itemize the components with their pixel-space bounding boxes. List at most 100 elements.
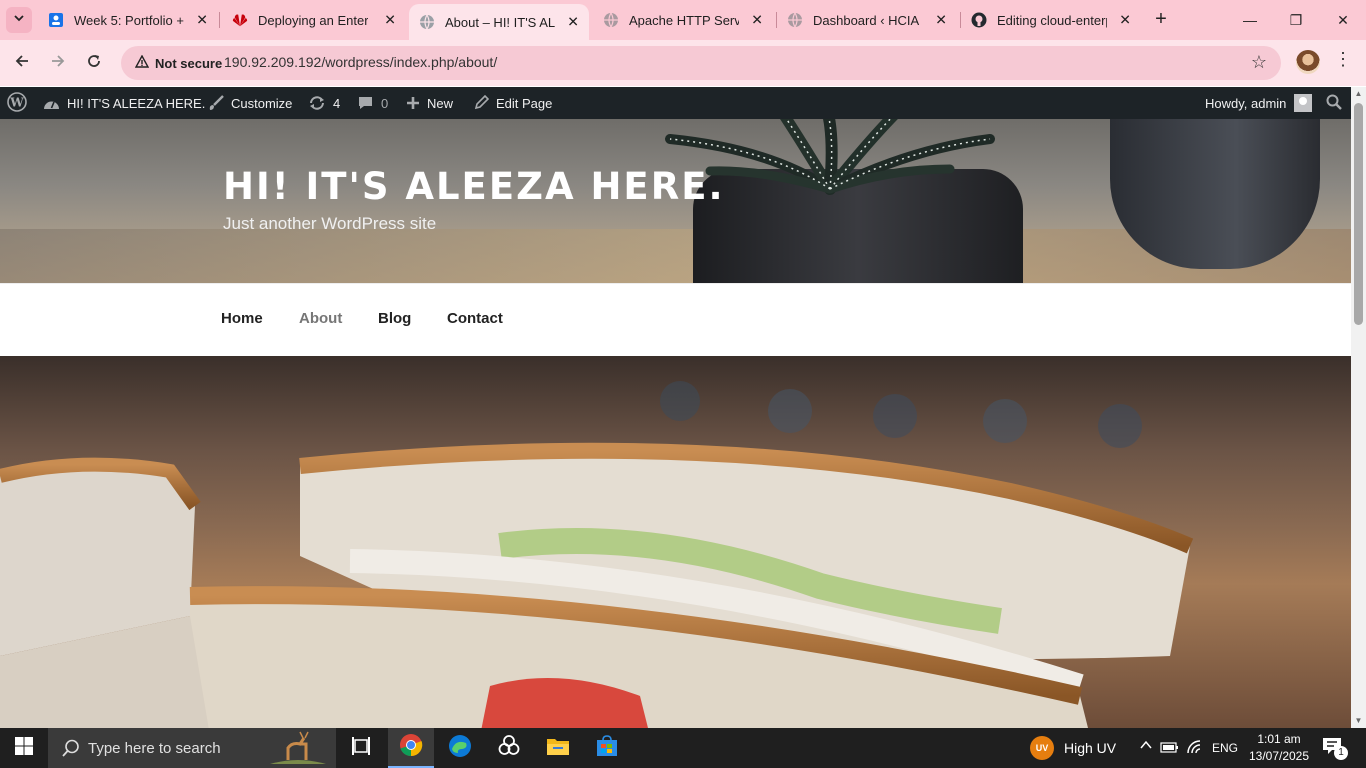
language-indicator[interactable]: ENG: [1212, 741, 1238, 755]
profile-avatar[interactable]: [1296, 50, 1320, 74]
menu-button[interactable]: ⋮: [1333, 49, 1353, 77]
forward-button[interactable]: [44, 49, 72, 77]
network-status[interactable]: [1186, 739, 1206, 760]
site-name-menu[interactable]: HI! IT'S ALEEZA HERE.: [43, 87, 205, 119]
wp-logo-menu[interactable]: W: [7, 87, 27, 119]
folder-icon: [546, 736, 570, 761]
customize-link[interactable]: Customize: [208, 87, 292, 119]
notification-center-button[interactable]: 1: [1322, 737, 1348, 760]
huawei-icon: [232, 12, 248, 28]
close-icon[interactable]: ✕: [751, 12, 763, 29]
close-icon[interactable]: ✕: [567, 14, 579, 31]
security-chip[interactable]: Not secure: [129, 51, 230, 75]
tab-apache[interactable]: Apache HTTP Server ✕: [593, 0, 773, 40]
taskbar-store[interactable]: [584, 728, 630, 768]
battery-icon: [1160, 741, 1180, 758]
restore-button[interactable]: ❐: [1273, 0, 1319, 40]
nav-item-contact[interactable]: Contact: [447, 310, 503, 327]
taskbar-file-explorer[interactable]: [535, 728, 581, 768]
bookmark-star-icon[interactable]: ☆: [1251, 52, 1267, 73]
chatgpt-icon: [497, 734, 521, 763]
tab-search-button[interactable]: [6, 7, 32, 33]
back-button[interactable]: [8, 49, 36, 77]
close-icon: ✕: [1337, 11, 1349, 28]
task-view-icon: [351, 736, 371, 760]
nav-item-blog[interactable]: Blog: [378, 310, 411, 327]
window-close-button[interactable]: ✕: [1320, 0, 1366, 40]
close-icon[interactable]: ✕: [196, 12, 208, 29]
kebab-menu-icon: ⋮: [1334, 49, 1352, 69]
tab-dashboard[interactable]: Dashboard ‹ HCIA HE ✕: [777, 0, 957, 40]
tab-title: Editing cloud-enterp: [997, 12, 1107, 28]
url-text[interactable]: 190.92.209.192/wordpress/index.php/about…: [224, 54, 497, 70]
reload-button[interactable]: [80, 49, 108, 77]
brush-icon: [208, 95, 224, 111]
scroll-up-icon[interactable]: ▲: [1351, 87, 1366, 101]
globe-icon: [419, 14, 435, 30]
search-icon: [62, 739, 80, 762]
sandwich-photo: [0, 381, 1194, 728]
page-viewport: W HI! IT'S ALEEZA HERE. Customize 4 0 Ne…: [0, 87, 1366, 728]
close-icon[interactable]: ✕: [1119, 12, 1131, 29]
store-icon: [596, 734, 618, 762]
main-navigation: Home About Blog Contact: [0, 283, 1351, 356]
howdy-label: Howdy, admin: [1205, 95, 1287, 111]
wifi-icon: [1186, 740, 1206, 759]
docs-icon: [48, 12, 64, 28]
scrollbar-thumb[interactable]: [1354, 103, 1363, 325]
taskbar-search-box[interactable]: Type here to search: [48, 728, 336, 768]
wordpress-logo-icon: W: [7, 91, 27, 115]
comments-link[interactable]: 0: [357, 87, 388, 119]
globe-icon: [787, 12, 803, 28]
address-bar[interactable]: Not secure 190.92.209.192/wordpress/inde…: [121, 46, 1281, 80]
page-scrollbar[interactable]: ▲ ▼: [1351, 87, 1366, 728]
site-description: Just another WordPress site: [223, 214, 437, 233]
tab-title: About – HI! IT'S ALEE: [445, 14, 555, 30]
featured-image: [0, 356, 1351, 728]
tab-editing[interactable]: Editing cloud-enterp ✕: [961, 0, 1141, 40]
weather-widget[interactable]: UV High UV: [1030, 728, 1126, 768]
taskbar-edge[interactable]: [437, 728, 483, 768]
battery-status[interactable]: [1160, 740, 1180, 759]
uv-badge: UV: [1030, 736, 1054, 760]
minimize-button[interactable]: —: [1227, 0, 1273, 40]
customize-label: Customize: [231, 95, 293, 111]
scroll-down-icon[interactable]: ▼: [1351, 714, 1366, 728]
plus-icon: +: [1155, 8, 1167, 30]
updates-count: 4: [333, 95, 341, 111]
arrow-left-icon: [14, 53, 30, 74]
start-button[interactable]: [0, 728, 48, 768]
updates-link[interactable]: 4: [308, 87, 340, 119]
my-account-menu[interactable]: Howdy, admin: [1205, 87, 1313, 119]
github-icon: [971, 12, 987, 28]
svg-text:W: W: [9, 95, 24, 109]
tab-deploying[interactable]: Deploying an Enterpr ✕: [222, 0, 406, 40]
new-content-menu[interactable]: New: [406, 87, 453, 119]
clock[interactable]: 1:01 am 13/07/2025: [1246, 731, 1312, 765]
close-icon[interactable]: ✕: [935, 12, 947, 29]
taskbar-chrome[interactable]: [388, 728, 434, 768]
search-placeholder: Type here to search: [88, 740, 221, 757]
new-label: New: [427, 95, 454, 111]
chrome-icon: [399, 733, 423, 762]
admin-search-button[interactable]: [1326, 87, 1342, 119]
windows-taskbar: Type here to search UV High UV ENG 1:01 …: [0, 728, 1366, 768]
nav-item-about[interactable]: About: [299, 310, 342, 327]
tab-title: Apache HTTP Server: [629, 12, 739, 28]
close-icon[interactable]: ✕: [384, 12, 396, 29]
tab-title: Deploying an Enterpr: [258, 12, 368, 28]
edit-page-link[interactable]: Edit Page: [473, 87, 552, 119]
reload-icon: [86, 53, 102, 74]
tab-about[interactable]: About – HI! IT'S ALEE ✕: [409, 4, 589, 40]
taskbar-chatgpt[interactable]: [486, 728, 532, 768]
edit-page-label: Edit Page: [496, 95, 553, 111]
new-tab-button[interactable]: +: [1150, 8, 1172, 30]
tab-title: Dashboard ‹ HCIA HE: [813, 12, 923, 28]
task-view-button[interactable]: [341, 728, 381, 768]
browser-toolbar: Not secure 190.92.209.192/wordpress/inde…: [0, 40, 1366, 86]
nav-item-home[interactable]: Home: [221, 310, 263, 327]
site-title[interactable]: HI! IT'S ALEEZA HERE.: [223, 165, 725, 208]
tray-overflow-button[interactable]: [1136, 738, 1156, 758]
weather-label: High UV: [1064, 740, 1117, 756]
tab-week5[interactable]: Week 5: Portfolio + M ✕: [38, 0, 218, 40]
